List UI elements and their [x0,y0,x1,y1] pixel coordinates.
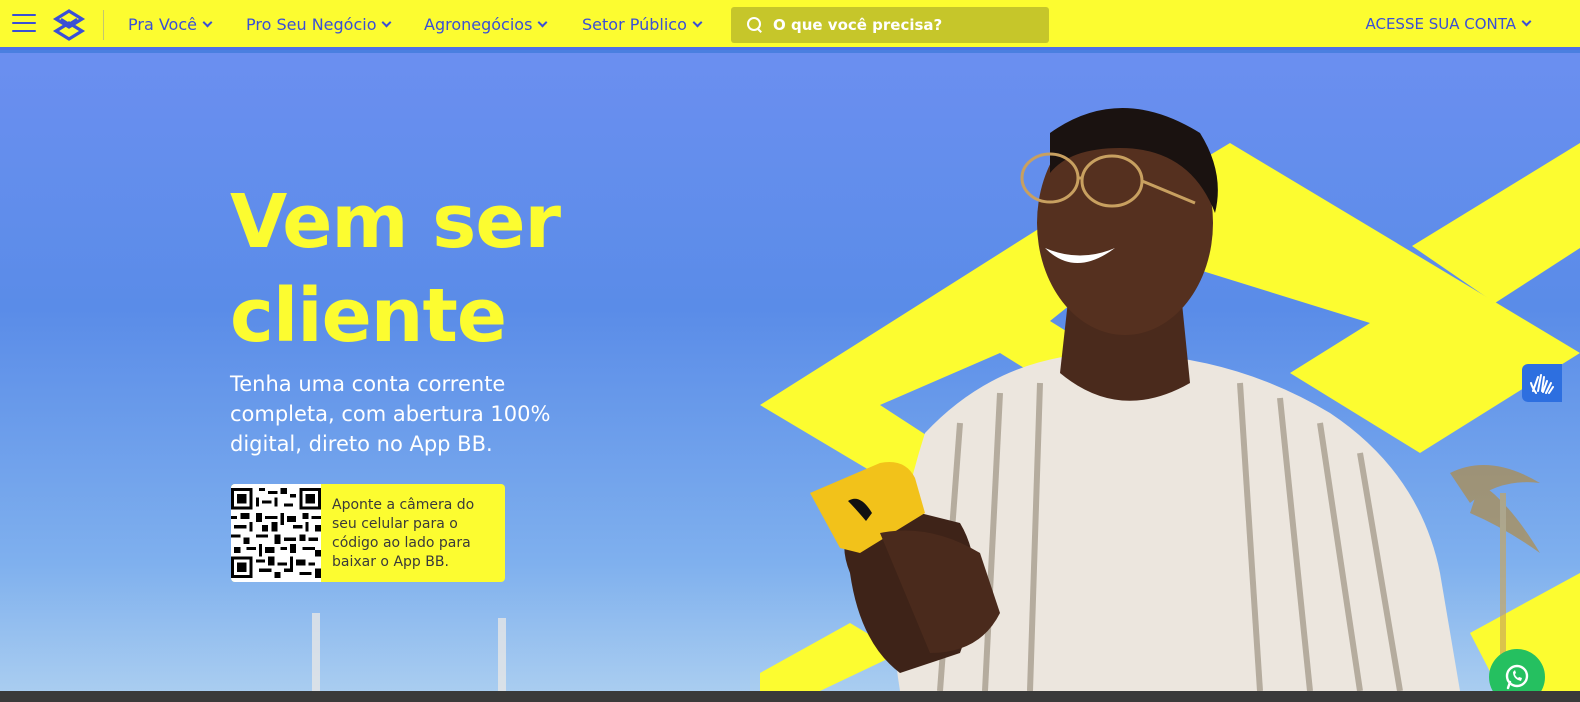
nav-agronegocios-label: Agronegócios [424,15,533,34]
qr-instructions: Aponte a câmera do seu celular para o có… [332,497,475,570]
chevron-down-icon [692,17,703,27]
bottom-bar [0,691,1580,702]
hamburger-menu-icon[interactable] [12,14,36,36]
banco-do-brasil-logo[interactable] [52,8,86,42]
chevron-down-icon [537,17,548,27]
nav-setor-publico[interactable]: Setor Público [582,15,703,34]
nav-pra-voce-label: Pra Você [128,15,197,34]
search-icon [747,17,763,33]
qr-code [231,484,321,582]
search-bar[interactable] [731,7,1049,43]
nav-agronegocios[interactable]: Agronegócios [424,15,548,34]
app-download-qr-card: Aponte a câmera do seu celular para o có… [231,484,505,582]
chevron-down-icon [382,17,392,27]
navbar-divider [103,10,104,40]
accessibility-widget-button[interactable] [1522,364,1562,402]
hero-headline-line2: cliente [230,273,507,359]
top-navbar: Pra Você Pro Seu Negócio Agronegócios Se… [0,0,1580,50]
qr-code-icon [231,488,321,578]
nav-setor-publico-label: Setor Público [582,15,687,34]
whatsapp-icon [1505,664,1529,690]
nav-pro-seu-negocio-label: Pro Seu Negócio [246,15,377,34]
hero-headline: Vem ser cliente [230,175,650,363]
hero-subtitle: Tenha uma conta corrente completa, com a… [230,372,551,456]
hero-banner: Vem ser cliente Tenha uma conta corrente… [0,53,1580,691]
account-access-button[interactable]: ACESSE SUA CONTA [1365,15,1532,33]
search-input[interactable] [773,16,1033,34]
chevron-down-icon [1521,16,1532,27]
sign-language-hands-icon [1530,374,1554,394]
nav-pro-seu-negocio[interactable]: Pro Seu Negócio [246,15,392,34]
hero-headline-line1: Vem ser [230,179,561,265]
account-access-label: ACESSE SUA CONTA [1365,15,1516,33]
nav-pra-voce[interactable]: Pra Você [128,15,213,34]
chevron-down-icon [202,17,213,27]
